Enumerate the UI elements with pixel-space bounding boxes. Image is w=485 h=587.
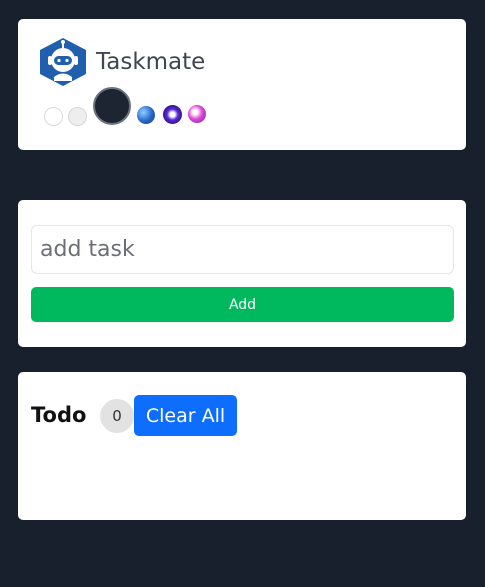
task-input[interactable] xyxy=(31,225,454,274)
add-task-card: Add xyxy=(18,200,466,347)
theme-swatch-purple[interactable] xyxy=(163,105,182,124)
theme-swatch-dark-selected[interactable] xyxy=(93,87,131,125)
todo-card: Todo 0 Clear All xyxy=(18,372,466,520)
theme-swatch-blue[interactable] xyxy=(137,106,155,124)
theme-swatch-light[interactable] xyxy=(44,107,63,126)
add-button[interactable]: Add xyxy=(31,287,454,322)
header-card: Taskmate xyxy=(18,19,466,150)
todo-title: Todo xyxy=(31,403,87,427)
theme-swatch-light-gray[interactable] xyxy=(68,107,87,126)
clear-all-button[interactable]: Clear All xyxy=(134,395,237,436)
app-title: Taskmate xyxy=(96,49,206,75)
theme-swatch-pink[interactable] xyxy=(188,105,206,123)
logo-icon xyxy=(40,38,86,86)
task-count-badge: 0 xyxy=(100,399,134,433)
